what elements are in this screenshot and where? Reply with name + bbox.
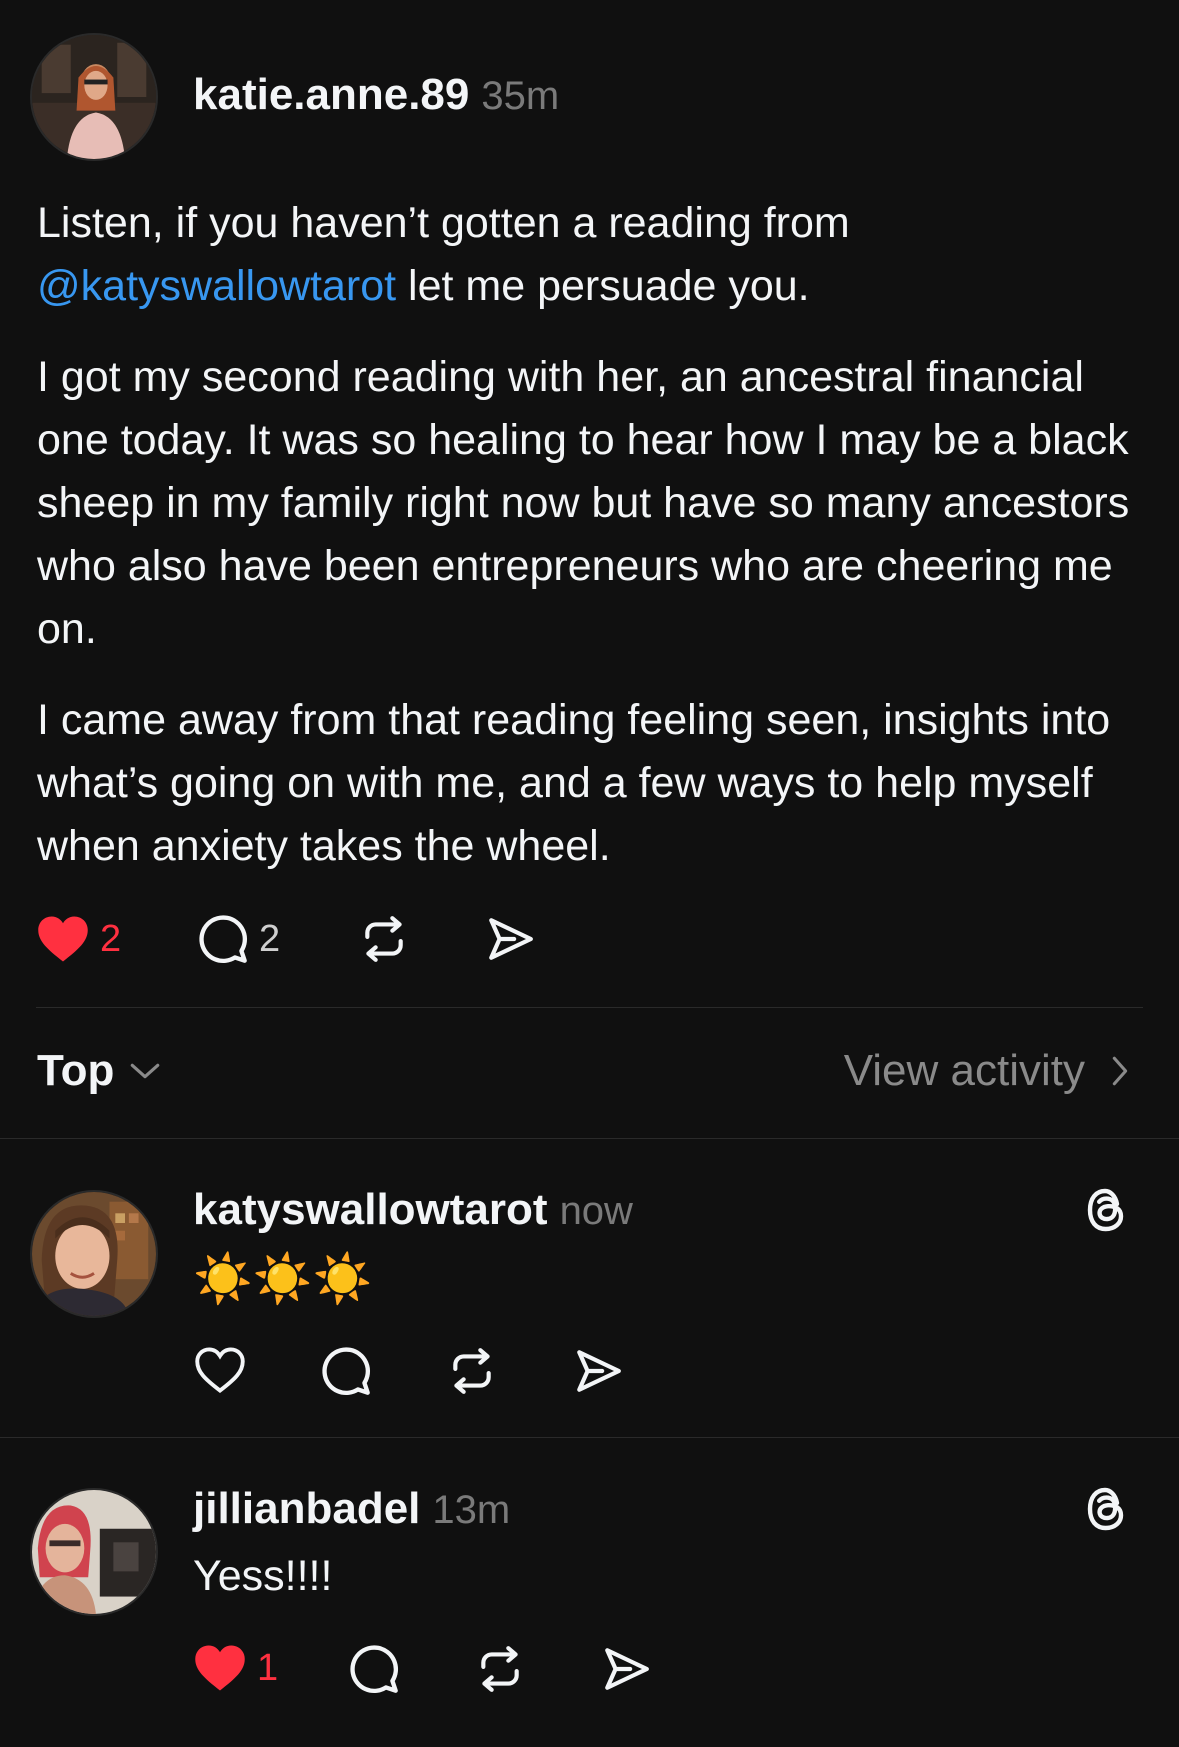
view-activity-link[interactable]: View activity bbox=[844, 1046, 1131, 1096]
reply-share-button[interactable] bbox=[600, 1644, 652, 1694]
chevron-right-icon bbox=[1112, 1056, 1128, 1086]
post-paragraph-1: Listen, if you haven’t gotten a reading … bbox=[37, 192, 1147, 318]
reply-divider bbox=[0, 1437, 1179, 1438]
reply-like-button[interactable]: 1 bbox=[193, 1643, 278, 1693]
reply-avatar[interactable] bbox=[30, 1488, 158, 1616]
reply-author-name[interactable]: katyswallowtarot bbox=[193, 1185, 548, 1234]
reply-comment-button[interactable] bbox=[320, 1345, 372, 1397]
comment-icon bbox=[350, 1645, 399, 1694]
reply-like-button[interactable] bbox=[194, 1345, 246, 1395]
repost-icon bbox=[481, 1646, 519, 1692]
like-count: 2 bbox=[100, 917, 122, 960]
comment-icon bbox=[322, 1347, 371, 1396]
threads-logo-icon[interactable] bbox=[1082, 1484, 1130, 1534]
comment-button[interactable]: 2 bbox=[197, 913, 280, 965]
heart-outline-icon bbox=[195, 1347, 245, 1394]
comment-icon bbox=[199, 915, 248, 964]
reply-avatar-image bbox=[32, 1490, 156, 1614]
repost-icon bbox=[365, 916, 403, 962]
sort-dropdown[interactable]: Top bbox=[37, 1046, 162, 1096]
reply-author-row: katyswallowtarot now bbox=[193, 1185, 633, 1235]
comment-count: 2 bbox=[259, 917, 281, 960]
sort-label: Top bbox=[37, 1046, 115, 1095]
repost-icon bbox=[453, 1348, 491, 1394]
post-divider bbox=[36, 1007, 1143, 1008]
section-divider bbox=[0, 1138, 1179, 1139]
share-icon bbox=[489, 918, 533, 960]
reply-author-name[interactable]: jillianbadel bbox=[193, 1484, 420, 1533]
reply-share-button[interactable] bbox=[572, 1346, 624, 1396]
reply-text: Yess!!!! bbox=[193, 1552, 333, 1600]
post-author-name[interactable]: katie.anne.89 bbox=[193, 70, 469, 119]
view-activity-label: View activity bbox=[843, 1046, 1085, 1095]
reply-repost-button[interactable] bbox=[474, 1644, 526, 1694]
like-button[interactable]: 2 bbox=[36, 914, 121, 964]
threads-logo-icon[interactable] bbox=[1082, 1185, 1130, 1235]
reply-avatar[interactable] bbox=[30, 1190, 158, 1318]
repost-button[interactable] bbox=[358, 914, 410, 964]
post-body: Listen, if you haven’t gotten a reading … bbox=[37, 192, 1147, 878]
reply-comment-button[interactable] bbox=[348, 1643, 400, 1695]
author-avatar-image bbox=[32, 35, 156, 159]
share-icon bbox=[605, 1648, 649, 1690]
reply-like-count: 1 bbox=[257, 1646, 279, 1689]
reply-timestamp: 13m bbox=[432, 1488, 511, 1532]
heart-filled-icon bbox=[195, 1645, 245, 1691]
post-paragraph-3: I came away from that reading feeling se… bbox=[37, 696, 1111, 870]
post-author-row: katie.anne.89 35m bbox=[193, 70, 559, 120]
author-avatar[interactable] bbox=[30, 33, 158, 161]
post-paragraph-2: I got my second reading with her, an anc… bbox=[37, 353, 1130, 653]
share-icon bbox=[577, 1350, 621, 1392]
post-line-2: let me persuade you. bbox=[396, 262, 810, 310]
share-button[interactable] bbox=[484, 914, 536, 964]
reply-repost-button[interactable] bbox=[446, 1346, 498, 1396]
chevron-down-icon bbox=[131, 1063, 160, 1079]
post-line-1: Listen, if you haven’t gotten a reading … bbox=[37, 199, 850, 247]
post-timestamp: 35m bbox=[481, 74, 560, 118]
mention-link[interactable]: @katyswallowtarot bbox=[37, 262, 396, 310]
reply-text: ☀️☀️☀️ bbox=[193, 1253, 373, 1306]
reply-timestamp: now bbox=[559, 1189, 633, 1233]
reply-author-row: jillianbadel 13m bbox=[193, 1484, 510, 1534]
heart-filled-icon bbox=[38, 916, 88, 962]
reply-avatar-image bbox=[32, 1192, 156, 1316]
